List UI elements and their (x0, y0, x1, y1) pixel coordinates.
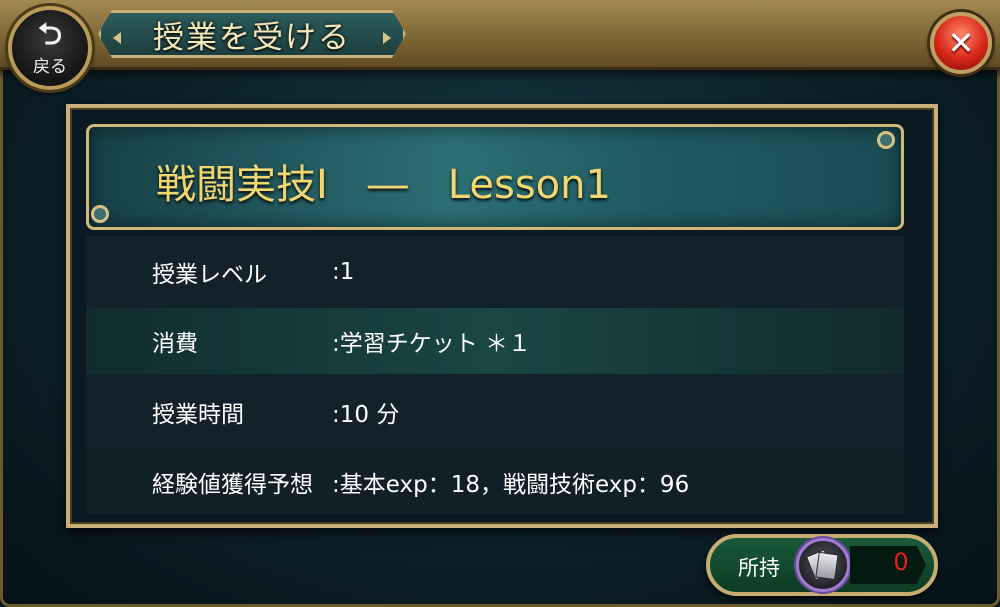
back-button[interactable]: ⮌ 戻る (8, 6, 92, 90)
header-shadow (0, 70, 1000, 80)
detail-row-level: 授業レベル :1 (86, 236, 904, 308)
banner-swirl-ornament (91, 205, 109, 223)
close-button[interactable]: ✕ (930, 12, 992, 74)
detail-row-cost: 消費 :学習チケット ＊１ (86, 308, 904, 374)
title-plate-left-ornament (113, 32, 121, 44)
title-plate-right-ornament (383, 32, 391, 44)
banner-swirl-ornament (877, 131, 895, 149)
owned-label: 所持 (738, 556, 780, 580)
lesson-title: 戦闘実技Ⅰ ― Lesson1 (156, 162, 611, 208)
title-plate: 授業を受ける (98, 10, 406, 58)
detail-value: :学習チケット ＊１ (332, 331, 532, 357)
detail-label: 消費 (152, 331, 198, 357)
detail-value: :10 分 (332, 402, 400, 428)
detail-label: 授業レベル (152, 262, 267, 288)
detail-label: 授業時間 (152, 402, 244, 428)
detail-label: 経験値獲得予想 (152, 472, 313, 498)
page-title: 授業を受ける (153, 19, 351, 56)
back-button-label: 戻る (33, 56, 67, 77)
owned-count: 0 (893, 548, 909, 576)
ticket-card-shape (815, 551, 839, 581)
back-arrow-icon: ⮌ (37, 16, 63, 52)
close-icon: ✕ (947, 24, 975, 62)
ticket-icon (796, 538, 850, 592)
detail-row-exp: 経験値獲得予想 :基本exp：18，戦闘技術exp：96 (86, 450, 904, 514)
detail-row-time: 授業時間 :10 分 (86, 374, 904, 450)
detail-value: :基本exp：18，戦闘技術exp：96 (332, 472, 690, 498)
detail-value: :1 (332, 259, 355, 285)
